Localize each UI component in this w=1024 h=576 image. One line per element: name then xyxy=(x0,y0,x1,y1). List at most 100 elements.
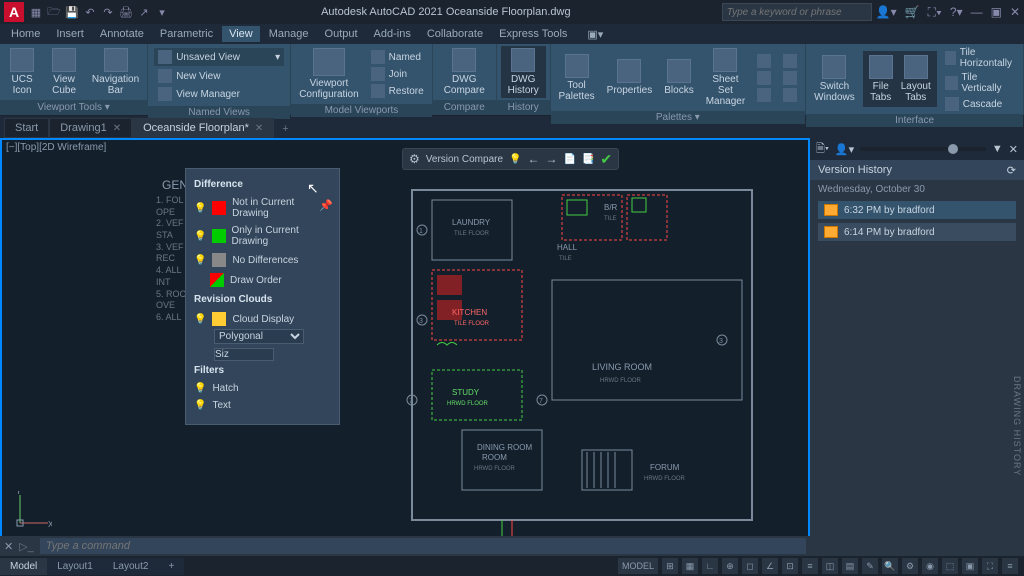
bulb-icon[interactable]: 💡 xyxy=(194,383,206,394)
blocks-button[interactable]: Blocks xyxy=(660,57,697,98)
pin-icon[interactable]: 📌 xyxy=(319,199,333,212)
vc-import-icon[interactable]: 📄 xyxy=(563,154,575,165)
tile-v-button[interactable]: Tile Vertically xyxy=(941,71,1019,95)
vp-named-button[interactable]: Named xyxy=(367,49,428,65)
next-arrow-icon[interactable]: → xyxy=(545,152,557,166)
status-anno-icon[interactable]: 🔍 xyxy=(882,558,898,574)
status-iso-icon[interactable]: ⬚ xyxy=(942,558,958,574)
vh-close-icon[interactable]: ✕ xyxy=(1009,143,1018,156)
view-dropdown[interactable]: Unsaved View▾ xyxy=(154,48,284,66)
status-model-label[interactable]: MODEL xyxy=(618,558,658,574)
cloud-size-input[interactable] xyxy=(214,348,274,361)
bulb-icon[interactable]: 💡 xyxy=(194,314,206,325)
layout-tabs-button[interactable]: Layout Tabs xyxy=(897,53,935,105)
cloud-display[interactable]: 💡Cloud Display xyxy=(194,309,331,329)
status-sc-icon[interactable]: ✎ xyxy=(862,558,878,574)
add-layout-icon[interactable]: + xyxy=(158,558,184,575)
dwg-history-button[interactable]: DWG History xyxy=(501,46,546,98)
status-lwt-icon[interactable]: ≡ xyxy=(802,558,818,574)
qat-more-icon[interactable]: ▾ xyxy=(154,4,170,20)
prev-arrow-icon[interactable]: ← xyxy=(527,152,539,166)
help-icon[interactable]: ?▾ xyxy=(950,5,963,19)
cart-icon[interactable]: 🛒 xyxy=(905,5,920,19)
qat-share-icon[interactable]: ↗ xyxy=(136,4,152,20)
layout1-tab[interactable]: Layout1 xyxy=(47,558,103,575)
qat-redo-icon[interactable]: ↷ xyxy=(100,4,116,20)
palette-6-button[interactable] xyxy=(779,87,801,103)
qat-open-icon[interactable]: 🗁 xyxy=(46,4,62,20)
close-icon[interactable]: ✕ xyxy=(1010,5,1020,19)
bulb-icon[interactable]: 💡 xyxy=(194,255,206,266)
viewport-label[interactable]: [−][Top][2D Wireframe] xyxy=(6,142,106,153)
drawing-canvas[interactable]: [−][Top][2D Wireframe] ⚙ Version Compare… xyxy=(0,138,810,556)
file-tab-start[interactable]: Start xyxy=(4,118,49,138)
navbar-button[interactable]: Navigation Bar xyxy=(88,46,143,98)
tile-h-button[interactable]: Tile Horizontally xyxy=(941,46,1019,70)
new-view-button[interactable]: New View xyxy=(154,68,224,84)
status-ws-icon[interactable]: ⚙ xyxy=(902,558,918,574)
menu-home[interactable]: Home xyxy=(4,26,47,42)
bulb-icon[interactable]: 💡 xyxy=(194,400,206,411)
close-tab-icon[interactable]: ✕ xyxy=(113,123,121,134)
menu-insert[interactable]: Insert xyxy=(49,26,91,42)
palette-3-button[interactable] xyxy=(753,87,775,103)
palette-1-button[interactable] xyxy=(753,53,775,69)
signin-icon[interactable]: 👤▾ xyxy=(876,5,897,19)
command-input[interactable] xyxy=(40,538,806,554)
viewport-config-button[interactable]: Viewport Configuration xyxy=(295,46,362,102)
diff-only-current[interactable]: 💡Only in Current Drawing xyxy=(194,222,331,250)
vp-restore-button[interactable]: Restore xyxy=(367,83,428,99)
status-track-icon[interactable]: ∠ xyxy=(762,558,778,574)
status-qp-icon[interactable]: ▤ xyxy=(842,558,858,574)
status-custom-icon[interactable]: ≡ xyxy=(1002,558,1018,574)
cmd-close-icon[interactable]: ✕ xyxy=(4,540,13,553)
status-mon-icon[interactable]: ◉ xyxy=(922,558,938,574)
palette-2-button[interactable] xyxy=(753,70,775,86)
ucs-icon[interactable]: YX xyxy=(12,491,52,534)
view-manager-button[interactable]: View Manager xyxy=(154,86,244,102)
layout2-tab[interactable]: Layout2 xyxy=(103,558,159,575)
viewcube-button[interactable]: View Cube xyxy=(44,46,84,98)
vh-item-1[interactable]: 6:14 PM by bradford xyxy=(818,223,1016,241)
tool-palettes-button[interactable]: Tool Palettes xyxy=(555,52,599,104)
qat-undo-icon[interactable]: ↶ xyxy=(82,4,98,20)
filter-hatch[interactable]: 💡Hatch xyxy=(194,380,331,397)
menu-manage[interactable]: Manage xyxy=(262,26,316,42)
diff-draw-order[interactable]: Draw Order xyxy=(194,270,331,290)
cloud-shape-select[interactable]: Polygonal xyxy=(214,329,304,344)
minimize-icon[interactable]: — xyxy=(971,5,983,19)
cascade-button[interactable]: Cascade xyxy=(941,96,1019,112)
gear-icon[interactable]: ⚙ xyxy=(409,152,420,166)
status-hw-icon[interactable]: ▣ xyxy=(962,558,978,574)
menu-output[interactable]: Output xyxy=(318,26,365,42)
group-viewport-tools[interactable]: Viewport Tools ▾ xyxy=(0,100,147,115)
apps-icon[interactable]: ⛶▾ xyxy=(928,5,942,20)
group-palettes[interactable]: Palettes ▾ xyxy=(551,111,806,124)
close-tab-icon[interactable]: ✕ xyxy=(255,123,263,134)
app-logo[interactable]: A xyxy=(4,2,24,22)
sheetset-button[interactable]: Sheet Set Manager xyxy=(702,46,749,109)
vh-slider[interactable] xyxy=(860,147,986,151)
dwg-compare-button[interactable]: DWG Compare xyxy=(437,46,492,98)
vh-drawing-icon[interactable]: 🗎▾ xyxy=(816,140,829,159)
bulb-icon[interactable]: 💡 xyxy=(509,154,521,165)
model-tab[interactable]: Model xyxy=(0,558,47,575)
qat-print-icon[interactable]: 🖨 xyxy=(118,4,134,20)
menu-collapse-icon[interactable]: ▣▾ xyxy=(580,26,610,43)
status-polar-icon[interactable]: ⊕ xyxy=(722,558,738,574)
vh-filter-icon[interactable]: ▼ xyxy=(992,143,1003,155)
status-clean-icon[interactable]: ⛶ xyxy=(982,558,998,574)
vp-join-button[interactable]: Join xyxy=(367,66,428,82)
status-osnap-icon[interactable]: ◻ xyxy=(742,558,758,574)
vh-item-0[interactable]: 6:32 PM by bradford xyxy=(818,201,1016,219)
properties-button[interactable]: Properties xyxy=(603,57,657,98)
status-grid-icon[interactable]: ⊞ xyxy=(662,558,678,574)
vh-user-icon[interactable]: 👤▾ xyxy=(835,143,854,156)
file-tab-drawing1[interactable]: Drawing1✕ xyxy=(49,118,132,138)
file-tab-oceanside[interactable]: Oceanside Floorplan*✕ xyxy=(132,118,274,138)
palette-5-button[interactable] xyxy=(779,70,801,86)
menu-view[interactable]: View xyxy=(222,26,260,42)
qat-new-icon[interactable]: ▦ xyxy=(28,4,44,20)
menu-annotate[interactable]: Annotate xyxy=(93,26,151,42)
palette-4-button[interactable] xyxy=(779,53,801,69)
